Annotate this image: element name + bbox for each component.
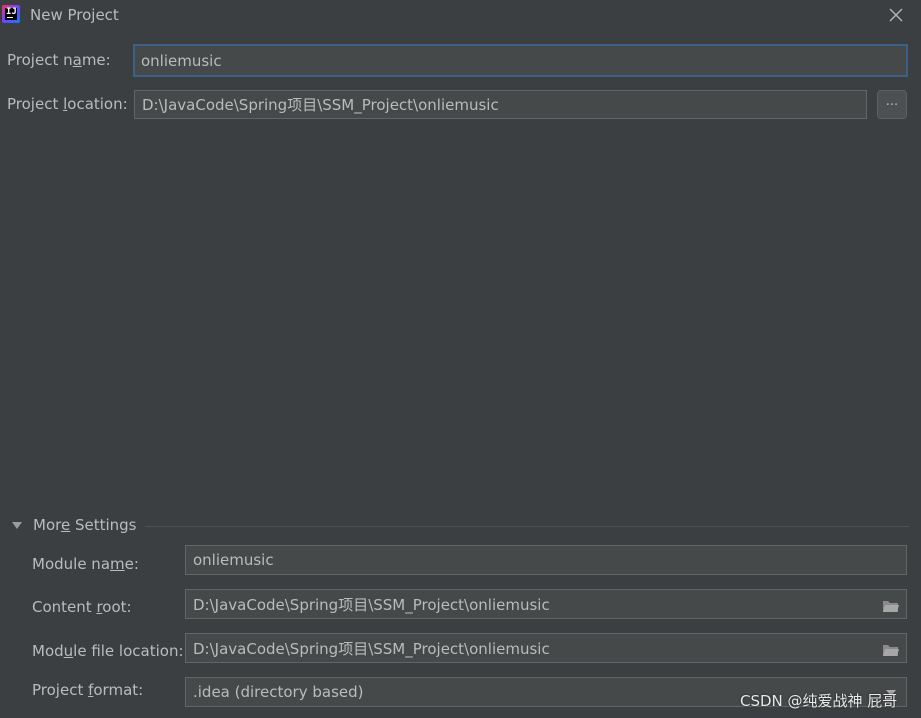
content-root-input[interactable]: D:\JavaCode\Spring项目\SSM_Project\onliemu… xyxy=(185,589,907,619)
window-title: New Project xyxy=(30,6,119,24)
title-bar: IJ New Project xyxy=(0,0,921,32)
project-format-label: Project format: xyxy=(32,681,144,699)
project-name-value: onliemusic xyxy=(141,51,222,70)
project-name-label: Project name: xyxy=(7,51,111,69)
folder-icon[interactable] xyxy=(882,643,900,657)
intellij-idea-icon: IJ xyxy=(2,5,20,23)
content-root-label: Content root: xyxy=(32,598,132,616)
project-format-value: .idea (directory based) xyxy=(193,683,364,701)
module-file-location-input[interactable]: D:\JavaCode\Spring项目\SSM_Project\onliemu… xyxy=(185,633,907,663)
module-name-label: Module name: xyxy=(32,555,139,573)
watermark: CSDN @纯爱战神 屁哥 xyxy=(740,692,898,710)
module-file-location-label: Module file location: xyxy=(32,642,184,660)
project-location-value: D:\JavaCode\Spring项目\SSM_Project\onliemu… xyxy=(142,96,499,114)
more-settings-divider xyxy=(145,526,909,527)
folder-icon[interactable] xyxy=(882,599,900,613)
module-name-input[interactable]: onliemusic xyxy=(185,545,907,575)
module-file-location-value: D:\JavaCode\Spring项目\SSM_Project\onliemu… xyxy=(193,639,550,658)
project-name-input[interactable]: onliemusic xyxy=(133,44,908,77)
module-name-value: onliemusic xyxy=(193,551,274,569)
expand-triangle-icon xyxy=(12,522,22,529)
project-location-label: Project location: xyxy=(7,95,128,113)
content-root-value: D:\JavaCode\Spring项目\SSM_Project\onliemu… xyxy=(193,595,550,614)
project-location-input[interactable]: D:\JavaCode\Spring项目\SSM_Project\onliemu… xyxy=(134,90,867,119)
more-settings-label: More Settings xyxy=(33,516,137,534)
close-icon[interactable] xyxy=(886,5,906,25)
browse-location-button[interactable]: ... xyxy=(877,90,907,119)
